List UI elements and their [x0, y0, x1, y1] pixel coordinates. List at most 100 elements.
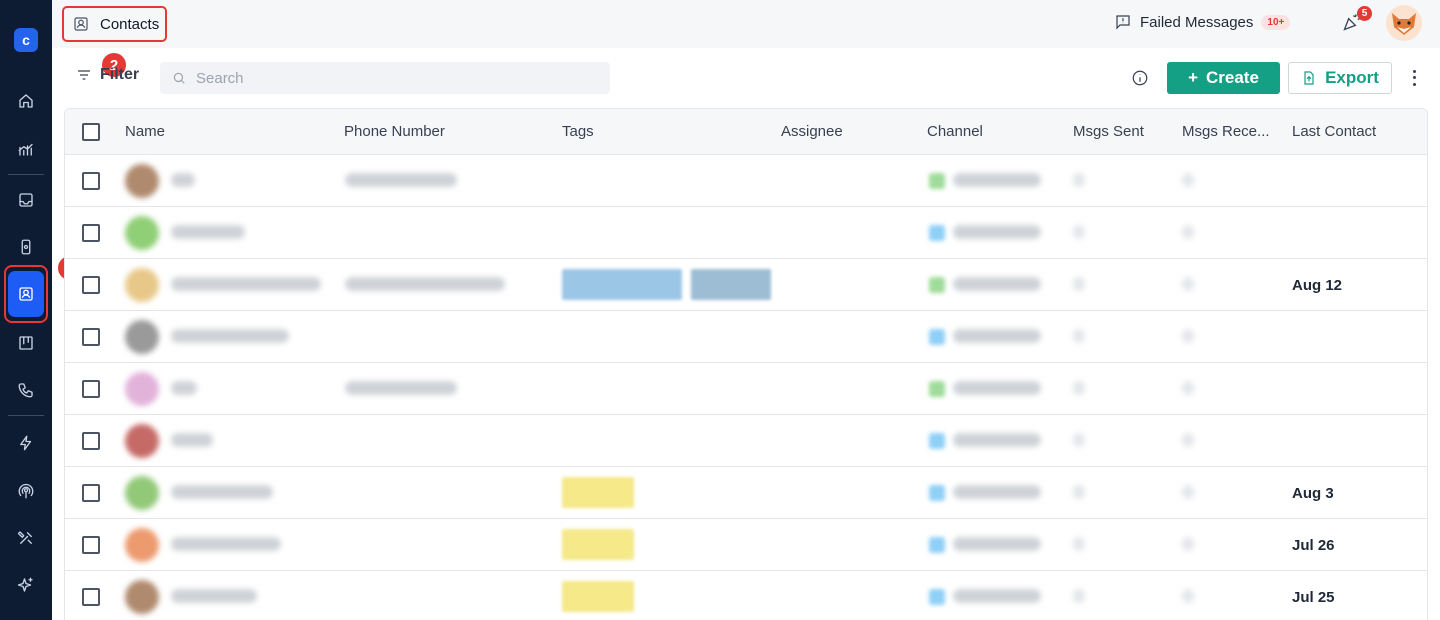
channel-icon: [929, 589, 945, 605]
channel-icon: [929, 381, 945, 397]
breadcrumb[interactable]: Contacts: [62, 6, 168, 42]
column-header-msgs-received[interactable]: Msgs Rece...: [1182, 123, 1270, 140]
plus-icon: +: [1188, 68, 1198, 87]
page-title: Contacts: [100, 15, 160, 33]
row-checkbox[interactable]: [82, 224, 100, 242]
msgs-received-redacted: [1182, 381, 1194, 395]
row-checkbox[interactable]: [82, 484, 100, 502]
channel-name-redacted: [953, 277, 1041, 291]
tools-icon: [17, 531, 32, 544]
contact-name-redacted[interactable]: [171, 277, 321, 291]
msgs-sent-redacted: [1073, 433, 1085, 447]
device-icon: [21, 239, 31, 255]
export-button[interactable]: Export: [1288, 62, 1392, 94]
contact-avatar: [125, 528, 159, 562]
sidebar-item-broadcast[interactable]: [12, 477, 40, 505]
msgs-received-redacted: [1182, 537, 1194, 551]
table-row[interactable]: Aug 3: [65, 467, 1427, 519]
info-button[interactable]: [1131, 69, 1149, 87]
sidebar-item-analytics[interactable]: [12, 135, 40, 163]
phone-number-redacted: [345, 381, 457, 395]
sidebar-item-board[interactable]: [12, 329, 40, 357]
search-input[interactable]: [196, 69, 596, 87]
contact-name-redacted[interactable]: [171, 381, 197, 395]
kebab-dot: [1412, 76, 1416, 80]
column-header-assignee[interactable]: Assignee: [781, 123, 843, 140]
board-icon: [19, 336, 33, 350]
last-contact-date: Aug 12: [1292, 277, 1343, 294]
sidebar-item-contacts[interactable]: [8, 271, 44, 317]
table-row[interactable]: [65, 155, 1427, 207]
sidebar: c: [0, 0, 52, 620]
msgs-received-redacted: [1182, 173, 1194, 187]
last-contact-date: Jul 25: [1292, 589, 1335, 606]
table-row[interactable]: [65, 415, 1427, 467]
failed-messages-button[interactable]: Failed Messages 10+: [1114, 13, 1291, 31]
channel-name-redacted: [953, 329, 1041, 343]
search-icon: [173, 72, 185, 84]
filter-button[interactable]: Filter: [76, 66, 139, 84]
column-header-tags[interactable]: Tags: [562, 123, 594, 140]
channel-name-redacted: [953, 173, 1041, 187]
column-header-phone[interactable]: Phone Number: [344, 123, 445, 140]
contact-avatar: [125, 216, 159, 250]
row-checkbox[interactable]: [82, 588, 100, 606]
sidebar-item-device[interactable]: [12, 233, 40, 261]
kebab-dot: [1412, 69, 1416, 73]
table-row[interactable]: Aug 12: [65, 259, 1427, 311]
last-contact-date: Jul 26: [1292, 537, 1335, 554]
contact-name-redacted[interactable]: [171, 225, 245, 239]
more-options-button[interactable]: [1406, 68, 1422, 88]
create-button[interactable]: + Create: [1167, 62, 1280, 94]
sidebar-divider: [8, 174, 44, 175]
table-row[interactable]: [65, 311, 1427, 363]
contact-name-redacted[interactable]: [171, 485, 273, 499]
row-checkbox[interactable]: [82, 536, 100, 554]
message-alert-icon: [1116, 15, 1130, 30]
contact-name-redacted[interactable]: [171, 173, 195, 187]
contact-name-redacted[interactable]: [171, 329, 289, 343]
row-checkbox[interactable]: [82, 380, 100, 398]
channel-name-redacted: [953, 381, 1041, 395]
contact-avatar: [125, 476, 159, 510]
sidebar-item-inbox[interactable]: [12, 186, 40, 214]
user-avatar[interactable]: [1386, 5, 1422, 41]
sparkle-icon: [17, 577, 33, 592]
contact-name-redacted[interactable]: [171, 433, 213, 447]
sidebar-item-ai[interactable]: [12, 571, 40, 599]
column-header-channel[interactable]: Channel: [927, 123, 983, 140]
contact-name-redacted[interactable]: [171, 589, 257, 603]
msgs-received-redacted: [1182, 329, 1194, 343]
row-checkbox[interactable]: [82, 328, 100, 346]
sidebar-item-tools[interactable]: [12, 524, 40, 552]
contact-tag[interactable]: [691, 269, 771, 300]
contact-tag[interactable]: [562, 529, 634, 560]
analytics-icon: [18, 143, 33, 156]
column-header-msgs-sent[interactable]: Msgs Sent: [1073, 123, 1144, 140]
contact-name-redacted[interactable]: [171, 537, 281, 551]
sidebar-item-home[interactable]: [12, 87, 40, 115]
column-header-name[interactable]: Name: [125, 123, 165, 140]
failed-messages-label: Failed Messages: [1140, 13, 1254, 31]
sidebar-item-phone[interactable]: [12, 376, 40, 404]
app-logo[interactable]: c: [14, 28, 38, 52]
inbox-icon: [19, 193, 33, 207]
column-header-last-contact[interactable]: Last Contact: [1292, 123, 1376, 140]
contact-tag[interactable]: [562, 477, 634, 508]
table-row[interactable]: [65, 363, 1427, 415]
phone-number-redacted: [345, 277, 505, 291]
contact-tag[interactable]: [562, 581, 634, 612]
msgs-sent-redacted: [1073, 381, 1085, 395]
select-all-checkbox[interactable]: [82, 123, 100, 141]
contacts-icon: [74, 17, 88, 31]
table-row[interactable]: Jul 25: [65, 571, 1427, 620]
sidebar-item-automation[interactable]: [12, 429, 40, 457]
table-row[interactable]: Jul 26: [65, 519, 1427, 571]
contact-avatar: [125, 320, 159, 354]
msgs-sent-redacted: [1073, 277, 1085, 291]
row-checkbox[interactable]: [82, 172, 100, 190]
row-checkbox[interactable]: [82, 432, 100, 450]
table-row[interactable]: [65, 207, 1427, 259]
row-checkbox[interactable]: [82, 276, 100, 294]
contact-tag[interactable]: [562, 269, 682, 300]
